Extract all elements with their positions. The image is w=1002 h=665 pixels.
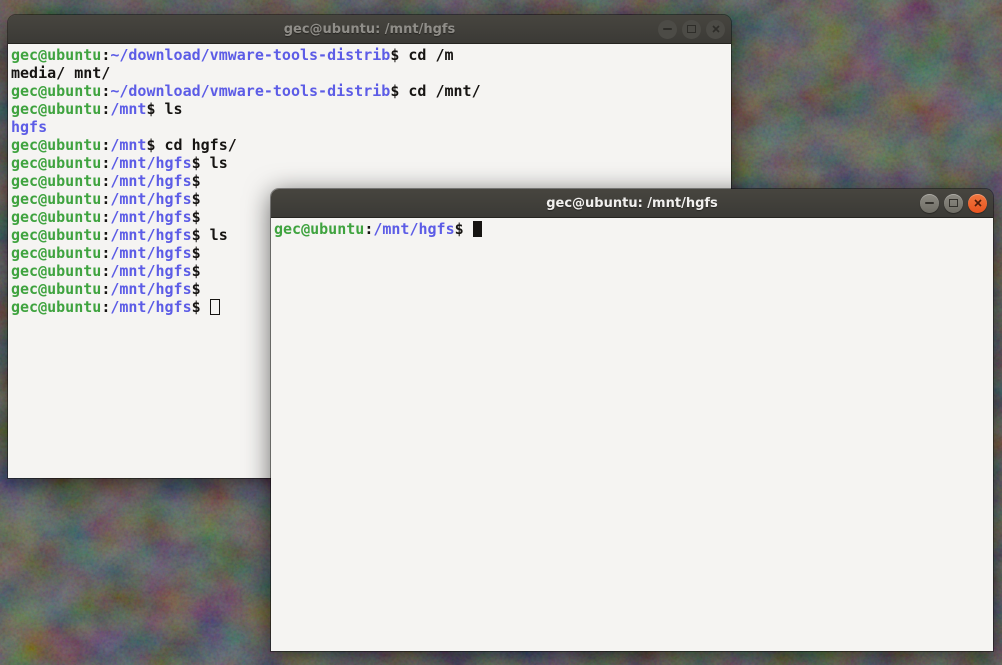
window-controls [658,15,725,43]
terminal-line: gec@ubuntu:/mnt$ ls [11,100,731,118]
terminal-line: gec@ubuntu:/mnt$ cd hgfs/ [11,136,731,154]
maximize-button[interactable] [682,20,701,39]
titlebar[interactable]: gec@ubuntu: /mnt/hgfs [8,15,731,44]
terminal-line: gec@ubuntu:/mnt/hgfs$ [274,220,993,238]
maximize-button[interactable] [944,194,963,213]
maximize-icon [949,199,958,207]
terminal-cursor [210,299,220,315]
window-controls [920,189,987,217]
titlebar[interactable]: gec@ubuntu: /mnt/hgfs [271,189,993,218]
close-button[interactable] [968,194,987,213]
terminal-screen[interactable]: gec@ubuntu:/mnt/hgfs$ [271,218,993,651]
maximize-icon [687,25,696,33]
window-title: gec@ubuntu: /mnt/hgfs [284,22,456,37]
terminal-window-front: gec@ubuntu: /mnt/hgfs gec@ubuntu:/mnt/hg… [271,189,993,651]
minimize-button[interactable] [920,194,939,213]
terminal-line: gec@ubuntu:~/download/vmware-tools-distr… [11,46,731,64]
close-icon [973,198,983,208]
terminal-line: hgfs [11,118,731,136]
close-icon [711,24,721,34]
terminal-cursor [473,221,482,237]
minimize-button[interactable] [658,20,677,39]
window-title: gec@ubuntu: /mnt/hgfs [546,196,718,211]
terminal-line: media/ mnt/ [11,64,731,82]
terminal-line: gec@ubuntu:/mnt/hgfs$ [11,172,731,190]
close-button[interactable] [706,20,725,39]
minimize-icon [925,202,934,204]
terminal-line: gec@ubuntu:/mnt/hgfs$ ls [11,154,731,172]
terminal-line: gec@ubuntu:~/download/vmware-tools-distr… [11,82,731,100]
desktop: gec@ubuntu: /mnt/hgfs gec@ubuntu:~/downl… [0,0,1002,665]
minimize-icon [663,28,672,30]
